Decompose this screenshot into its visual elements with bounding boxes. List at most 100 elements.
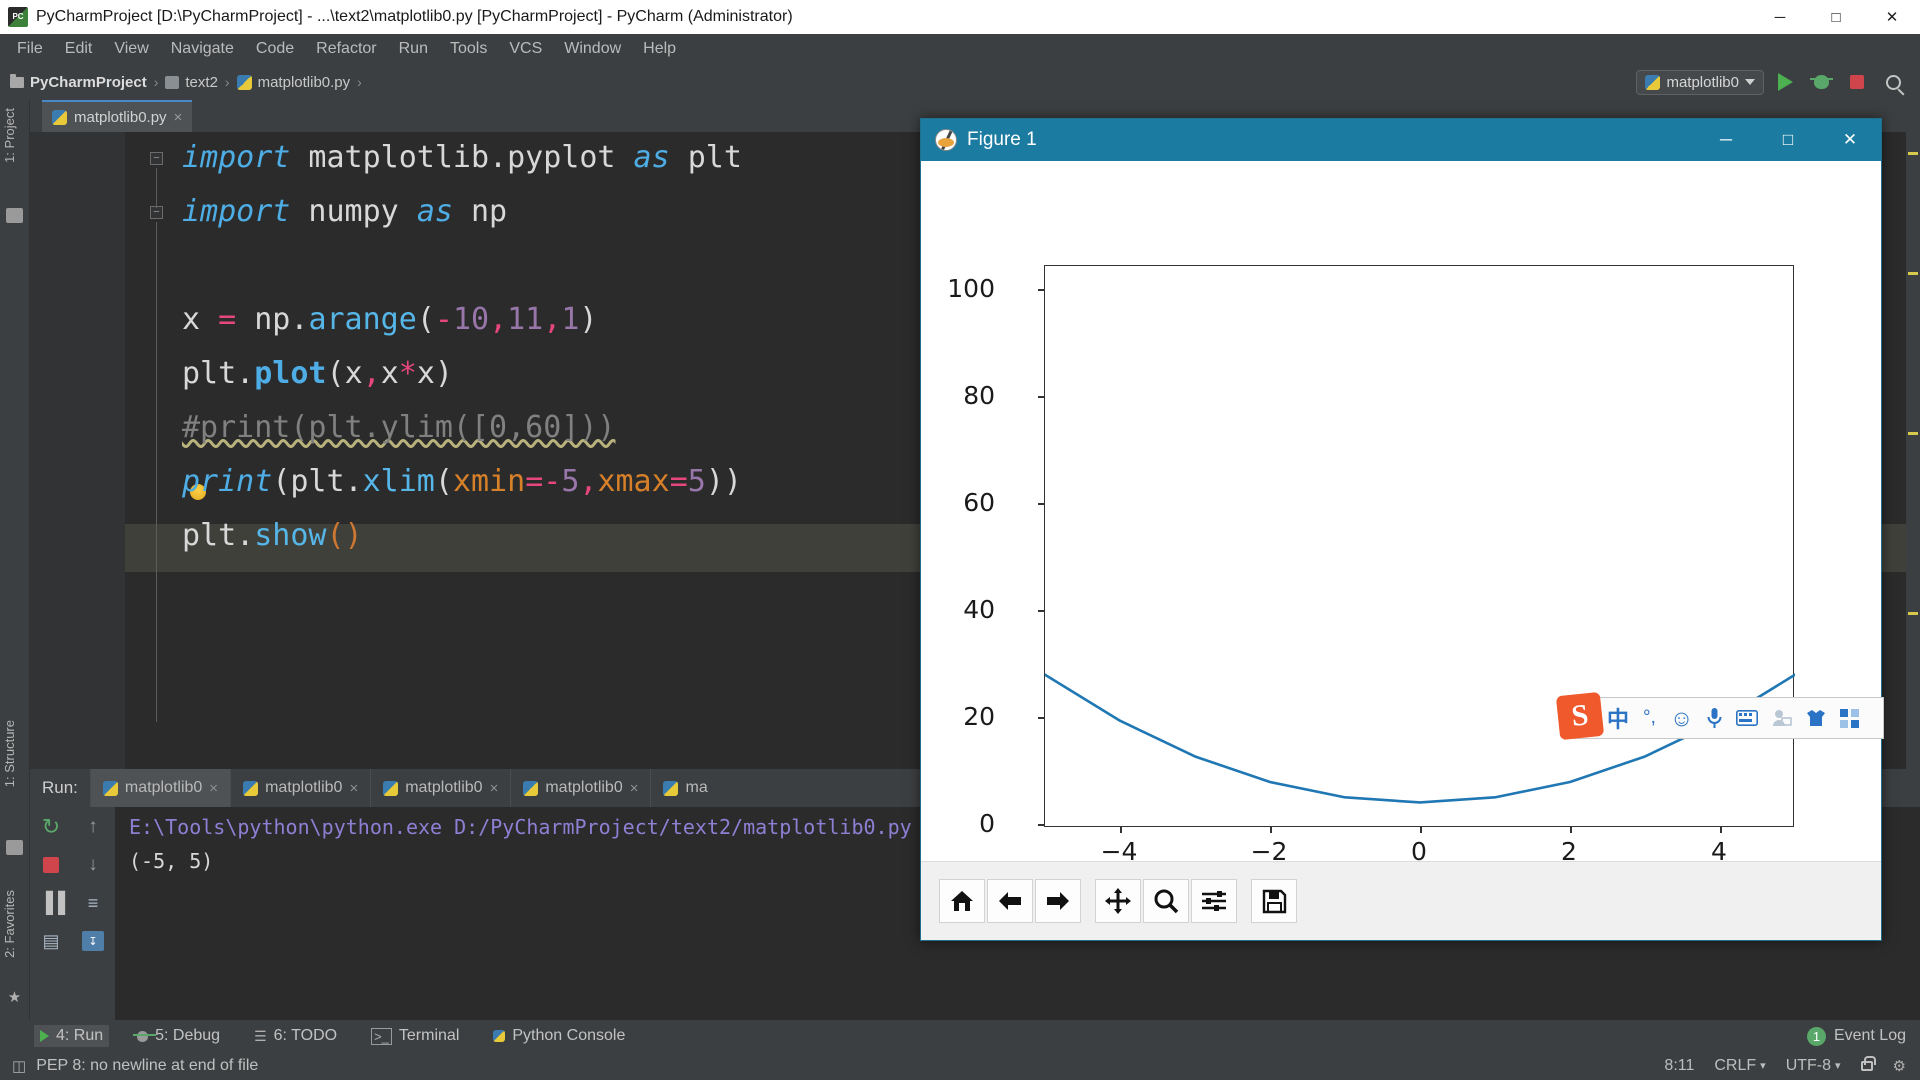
- minimize-button[interactable]: ─: [1752, 0, 1808, 34]
- bottom-tab-run[interactable]: 4: Run: [34, 1025, 110, 1047]
- menu-window[interactable]: Window: [553, 37, 632, 61]
- tab-matplotlib0-py[interactable]: matplotlib0.py ×: [42, 100, 193, 132]
- home-icon[interactable]: [939, 879, 985, 923]
- back-arrow-icon[interactable]: [987, 879, 1033, 923]
- warning-marker[interactable]: [1908, 432, 1918, 435]
- menu-edit[interactable]: Edit: [54, 37, 104, 61]
- run-tab-3[interactable]: matplotlib0 ×: [370, 769, 510, 807]
- menu-view[interactable]: View: [103, 37, 159, 61]
- close-icon[interactable]: ×: [630, 780, 639, 797]
- bottom-tab-terminal[interactable]: >_ Terminal: [365, 1025, 465, 1047]
- stop-button[interactable]: [1842, 69, 1872, 95]
- print-button[interactable]: ▤: [39, 929, 63, 953]
- structure-icon[interactable]: [6, 840, 23, 855]
- caret-position[interactable]: 8:11: [1664, 1057, 1694, 1075]
- figure-canvas[interactable]: 0 20 40 60 80 100 −4 −2 0 2 4: [921, 161, 1881, 866]
- run-tab-4[interactable]: matplotlib0 ×: [510, 769, 650, 807]
- sidebar-item-project[interactable]: 1: Project: [2, 108, 17, 163]
- lock-icon[interactable]: [1860, 1056, 1876, 1071]
- run-tab-5[interactable]: ma: [650, 769, 719, 807]
- run-tab-2[interactable]: matplotlib0 ×: [230, 769, 370, 807]
- menu-help[interactable]: Help: [632, 37, 687, 61]
- pause-output-button[interactable]: ▐▐: [39, 891, 65, 915]
- close-icon[interactable]: ×: [174, 109, 183, 126]
- menu-navigate[interactable]: Navigate: [160, 37, 245, 61]
- menu-tools[interactable]: Tools: [439, 37, 498, 61]
- scroll-down-button[interactable]: ↓: [81, 853, 105, 877]
- plot-axes[interactable]: [1038, 265, 1795, 833]
- forward-arrow-icon[interactable]: [1035, 879, 1081, 923]
- close-icon[interactable]: ×: [349, 780, 358, 797]
- toolbox-icon[interactable]: [1840, 708, 1860, 728]
- editor-gutter[interactable]: [30, 132, 125, 769]
- close-icon[interactable]: ×: [490, 780, 499, 797]
- search-everywhere-button[interactable]: [1878, 69, 1908, 95]
- account-icon[interactable]: [1772, 709, 1793, 727]
- menu-file[interactable]: File: [6, 37, 54, 61]
- favorites-star-icon[interactable]: ★: [6, 988, 23, 1006]
- chinese-mode-icon[interactable]: 中: [1607, 702, 1629, 734]
- skin-icon[interactable]: [1806, 709, 1826, 727]
- fold-marker-icon[interactable]: −: [150, 152, 163, 165]
- figure-title-bar: Figure 1 ─ □ ✕: [921, 119, 1881, 161]
- sogou-logo-icon[interactable]: S: [1555, 691, 1605, 741]
- sidebar-item-structure[interactable]: 1: Structure: [2, 720, 17, 787]
- figure-minimize-button[interactable]: ─: [1695, 119, 1757, 161]
- sidebar-item-favorites[interactable]: 2: Favorites: [2, 890, 17, 958]
- y-tick-label: 0: [979, 809, 995, 838]
- run-button[interactable]: [1770, 69, 1800, 95]
- save-icon[interactable]: [1251, 879, 1297, 923]
- breadcrumb-project[interactable]: PyCharmProject: [10, 73, 147, 91]
- warning-marker[interactable]: [1908, 612, 1918, 615]
- voice-input-icon[interactable]: [1707, 707, 1722, 729]
- run-configuration-selector[interactable]: matplotlib0: [1636, 69, 1764, 95]
- run-tab-1[interactable]: matplotlib0 ×: [89, 769, 231, 807]
- menu-vcs[interactable]: VCS: [498, 37, 553, 61]
- event-log-area[interactable]: 1 Event Log: [1806, 1026, 1920, 1046]
- breadcrumb-text2[interactable]: text2: [165, 74, 218, 91]
- close-icon[interactable]: ×: [209, 780, 218, 797]
- line-separator[interactable]: CRLF ▾: [1714, 1057, 1765, 1075]
- figure-window-controls: ─ □ ✕: [1695, 119, 1881, 161]
- y-tick-mark: [1038, 824, 1045, 826]
- sogou-ime-toolbar[interactable]: 中 °, ☺: [1566, 697, 1884, 739]
- matplotlib-icon: [935, 129, 957, 151]
- scroll-to-end-button[interactable]: ↧: [81, 929, 105, 953]
- debug-button[interactable]: [1806, 69, 1836, 95]
- figure-maximize-button[interactable]: □: [1757, 119, 1819, 161]
- stop-process-button[interactable]: [39, 853, 63, 877]
- fold-guide-line: [156, 168, 157, 208]
- code-line-4: x = np.arange(-10,11,1): [182, 302, 598, 337]
- menu-run[interactable]: Run: [388, 37, 439, 61]
- menu-refactor[interactable]: Refactor: [305, 37, 387, 61]
- memory-indicator-icon[interactable]: ⚙: [1893, 1057, 1906, 1075]
- file-encoding[interactable]: UTF-8 ▾: [1786, 1057, 1841, 1075]
- warning-marker[interactable]: [1908, 152, 1918, 155]
- soft-wrap-button[interactable]: ≡: [81, 891, 105, 915]
- zoom-rect-icon[interactable]: [1143, 879, 1189, 923]
- close-button[interactable]: ✕: [1864, 0, 1920, 34]
- run-side-toolbar: ↻ ▐▐ ▤ ↑ ↓ ≡ ↧: [30, 807, 115, 1020]
- matplotlib-figure-window[interactable]: Figure 1 ─ □ ✕ 0 20 40 60 80 100 −4 −2 0…: [920, 118, 1882, 941]
- soft-keyboard-icon[interactable]: [1736, 710, 1759, 726]
- menu-code[interactable]: Code: [245, 37, 305, 61]
- figure-close-button[interactable]: ✕: [1819, 119, 1881, 161]
- rerun-button[interactable]: ↻: [39, 814, 63, 839]
- bottom-tab-todo[interactable]: ☰ 6: TODO: [248, 1025, 343, 1047]
- warning-marker[interactable]: [1908, 272, 1918, 275]
- breadcrumb-file[interactable]: matplotlib0.py: [236, 74, 350, 91]
- run-window-label: Run:: [42, 778, 78, 797]
- encoding-label: UTF-8: [1785, 1057, 1832, 1074]
- bottom-tab-debug[interactable]: 5: Debug: [131, 1025, 226, 1047]
- scroll-up-button[interactable]: ↑: [81, 815, 105, 839]
- project-files-icon[interactable]: [6, 208, 23, 223]
- bottom-tab-label: 5: Debug: [155, 1027, 221, 1044]
- emoji-icon[interactable]: ☺: [1670, 705, 1693, 732]
- editor-scrollbar[interactable]: [1906, 132, 1920, 769]
- chevron-updown-icon: ▾: [1760, 1060, 1766, 1072]
- maximize-button[interactable]: □: [1808, 0, 1864, 34]
- bottom-tab-python-console[interactable]: Python Console: [487, 1025, 631, 1047]
- pan-icon[interactable]: [1095, 879, 1141, 923]
- configure-subplots-icon[interactable]: [1191, 879, 1237, 923]
- punctuation-icon[interactable]: °,: [1643, 707, 1656, 729]
